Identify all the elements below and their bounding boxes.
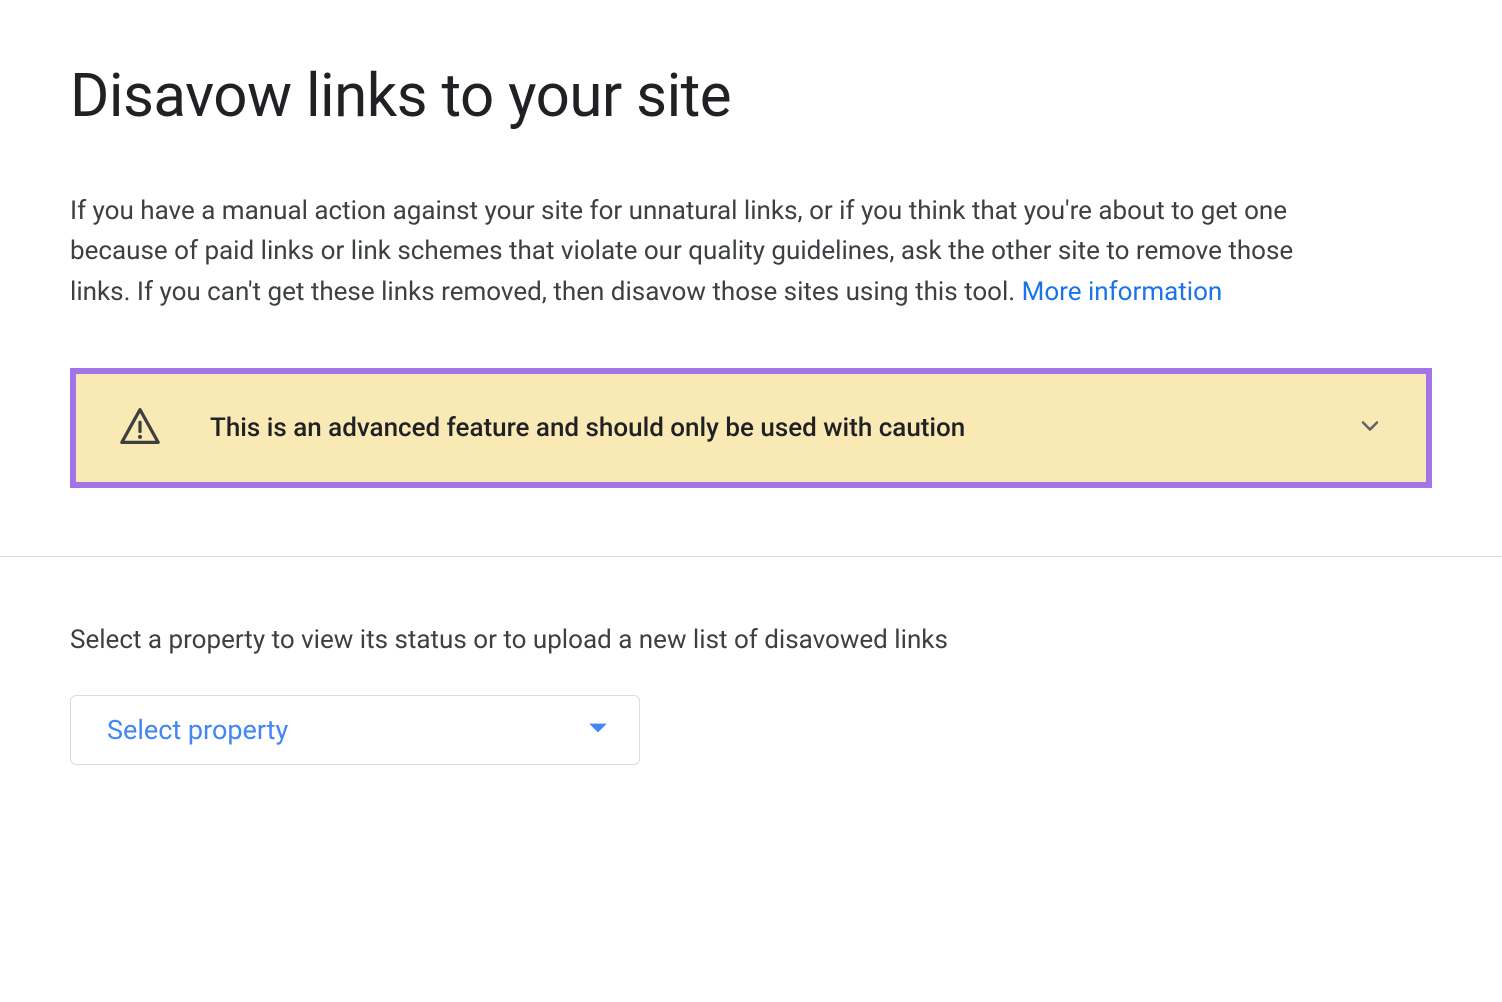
page-title: Disavow links to your site	[70, 60, 1432, 131]
warning-text: This is an advanced feature and should o…	[210, 413, 1336, 443]
description-text: If you have a manual action against your…	[70, 191, 1350, 312]
warning-banner[interactable]: This is an advanced feature and should o…	[70, 368, 1432, 488]
warning-triangle-icon	[118, 406, 162, 450]
dropdown-selected-label: Select property	[107, 714, 288, 746]
more-information-link[interactable]: More information	[1022, 277, 1223, 307]
section-divider	[0, 556, 1502, 557]
caret-down-icon	[587, 720, 609, 739]
chevron-down-icon	[1356, 412, 1384, 444]
select-property-dropdown[interactable]: Select property	[70, 695, 640, 765]
select-property-label: Select a property to view its status or …	[70, 625, 1432, 655]
